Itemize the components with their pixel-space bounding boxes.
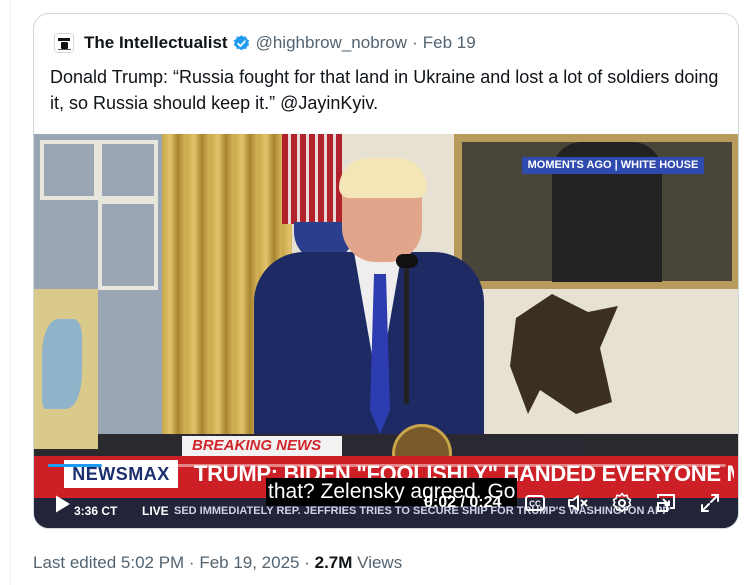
tweet-header: The Intellectualist @highbrow_nobrow · F… xyxy=(54,32,476,54)
account-avatar[interactable] xyxy=(54,33,74,53)
video-progress-fill xyxy=(48,464,103,467)
svg-text:CC: CC xyxy=(529,500,541,509)
picture-in-picture-icon[interactable] xyxy=(654,491,678,515)
tweet-date[interactable]: Feb 19 xyxy=(423,33,476,53)
video-player[interactable]: MOMENTS AGO | WHITE HOUSE BREAKING NEWS … xyxy=(34,134,738,528)
tweet-text: Donald Trump: “Russia fought for that la… xyxy=(50,67,719,113)
tweet-meta: Last edited 5:02 PM · Feb 19, 2025 · 2.7… xyxy=(33,552,402,574)
play-icon[interactable] xyxy=(50,492,74,516)
video-scene-map xyxy=(34,289,98,449)
display-name[interactable]: The Intellectualist xyxy=(84,33,228,53)
fullscreen-icon[interactable] xyxy=(698,491,722,515)
overlay-tag: MOMENTS AGO | WHITE HOUSE xyxy=(522,157,704,174)
settings-icon[interactable] xyxy=(610,491,634,515)
timeline-divider xyxy=(10,0,11,585)
video-scene-flag xyxy=(282,134,342,224)
live-label: LIVE xyxy=(142,504,169,518)
account-handle[interactable]: @highbrow_nobrow xyxy=(256,33,407,53)
mute-icon[interactable] xyxy=(566,491,590,515)
video-progress-bar[interactable] xyxy=(48,464,726,467)
quoted-tweet-card[interactable]: The Intellectualist @highbrow_nobrow · F… xyxy=(33,13,739,529)
views-label: Views xyxy=(357,553,403,572)
separator-dot: · xyxy=(412,33,418,52)
last-edited-timestamp[interactable]: Last edited 5:02 PM · Feb 19, 2025 · xyxy=(33,553,310,572)
captions-icon[interactable]: CC xyxy=(523,491,547,515)
video-scene-microphone xyxy=(404,264,409,404)
verified-badge-icon xyxy=(233,34,249,50)
video-time-display: 0:02 / 0:24 xyxy=(424,494,502,511)
views-count: 2.7M xyxy=(314,553,353,572)
breaking-news-label: BREAKING NEWS xyxy=(182,436,342,456)
broadcast-clock: 3:36 CT xyxy=(74,504,118,518)
